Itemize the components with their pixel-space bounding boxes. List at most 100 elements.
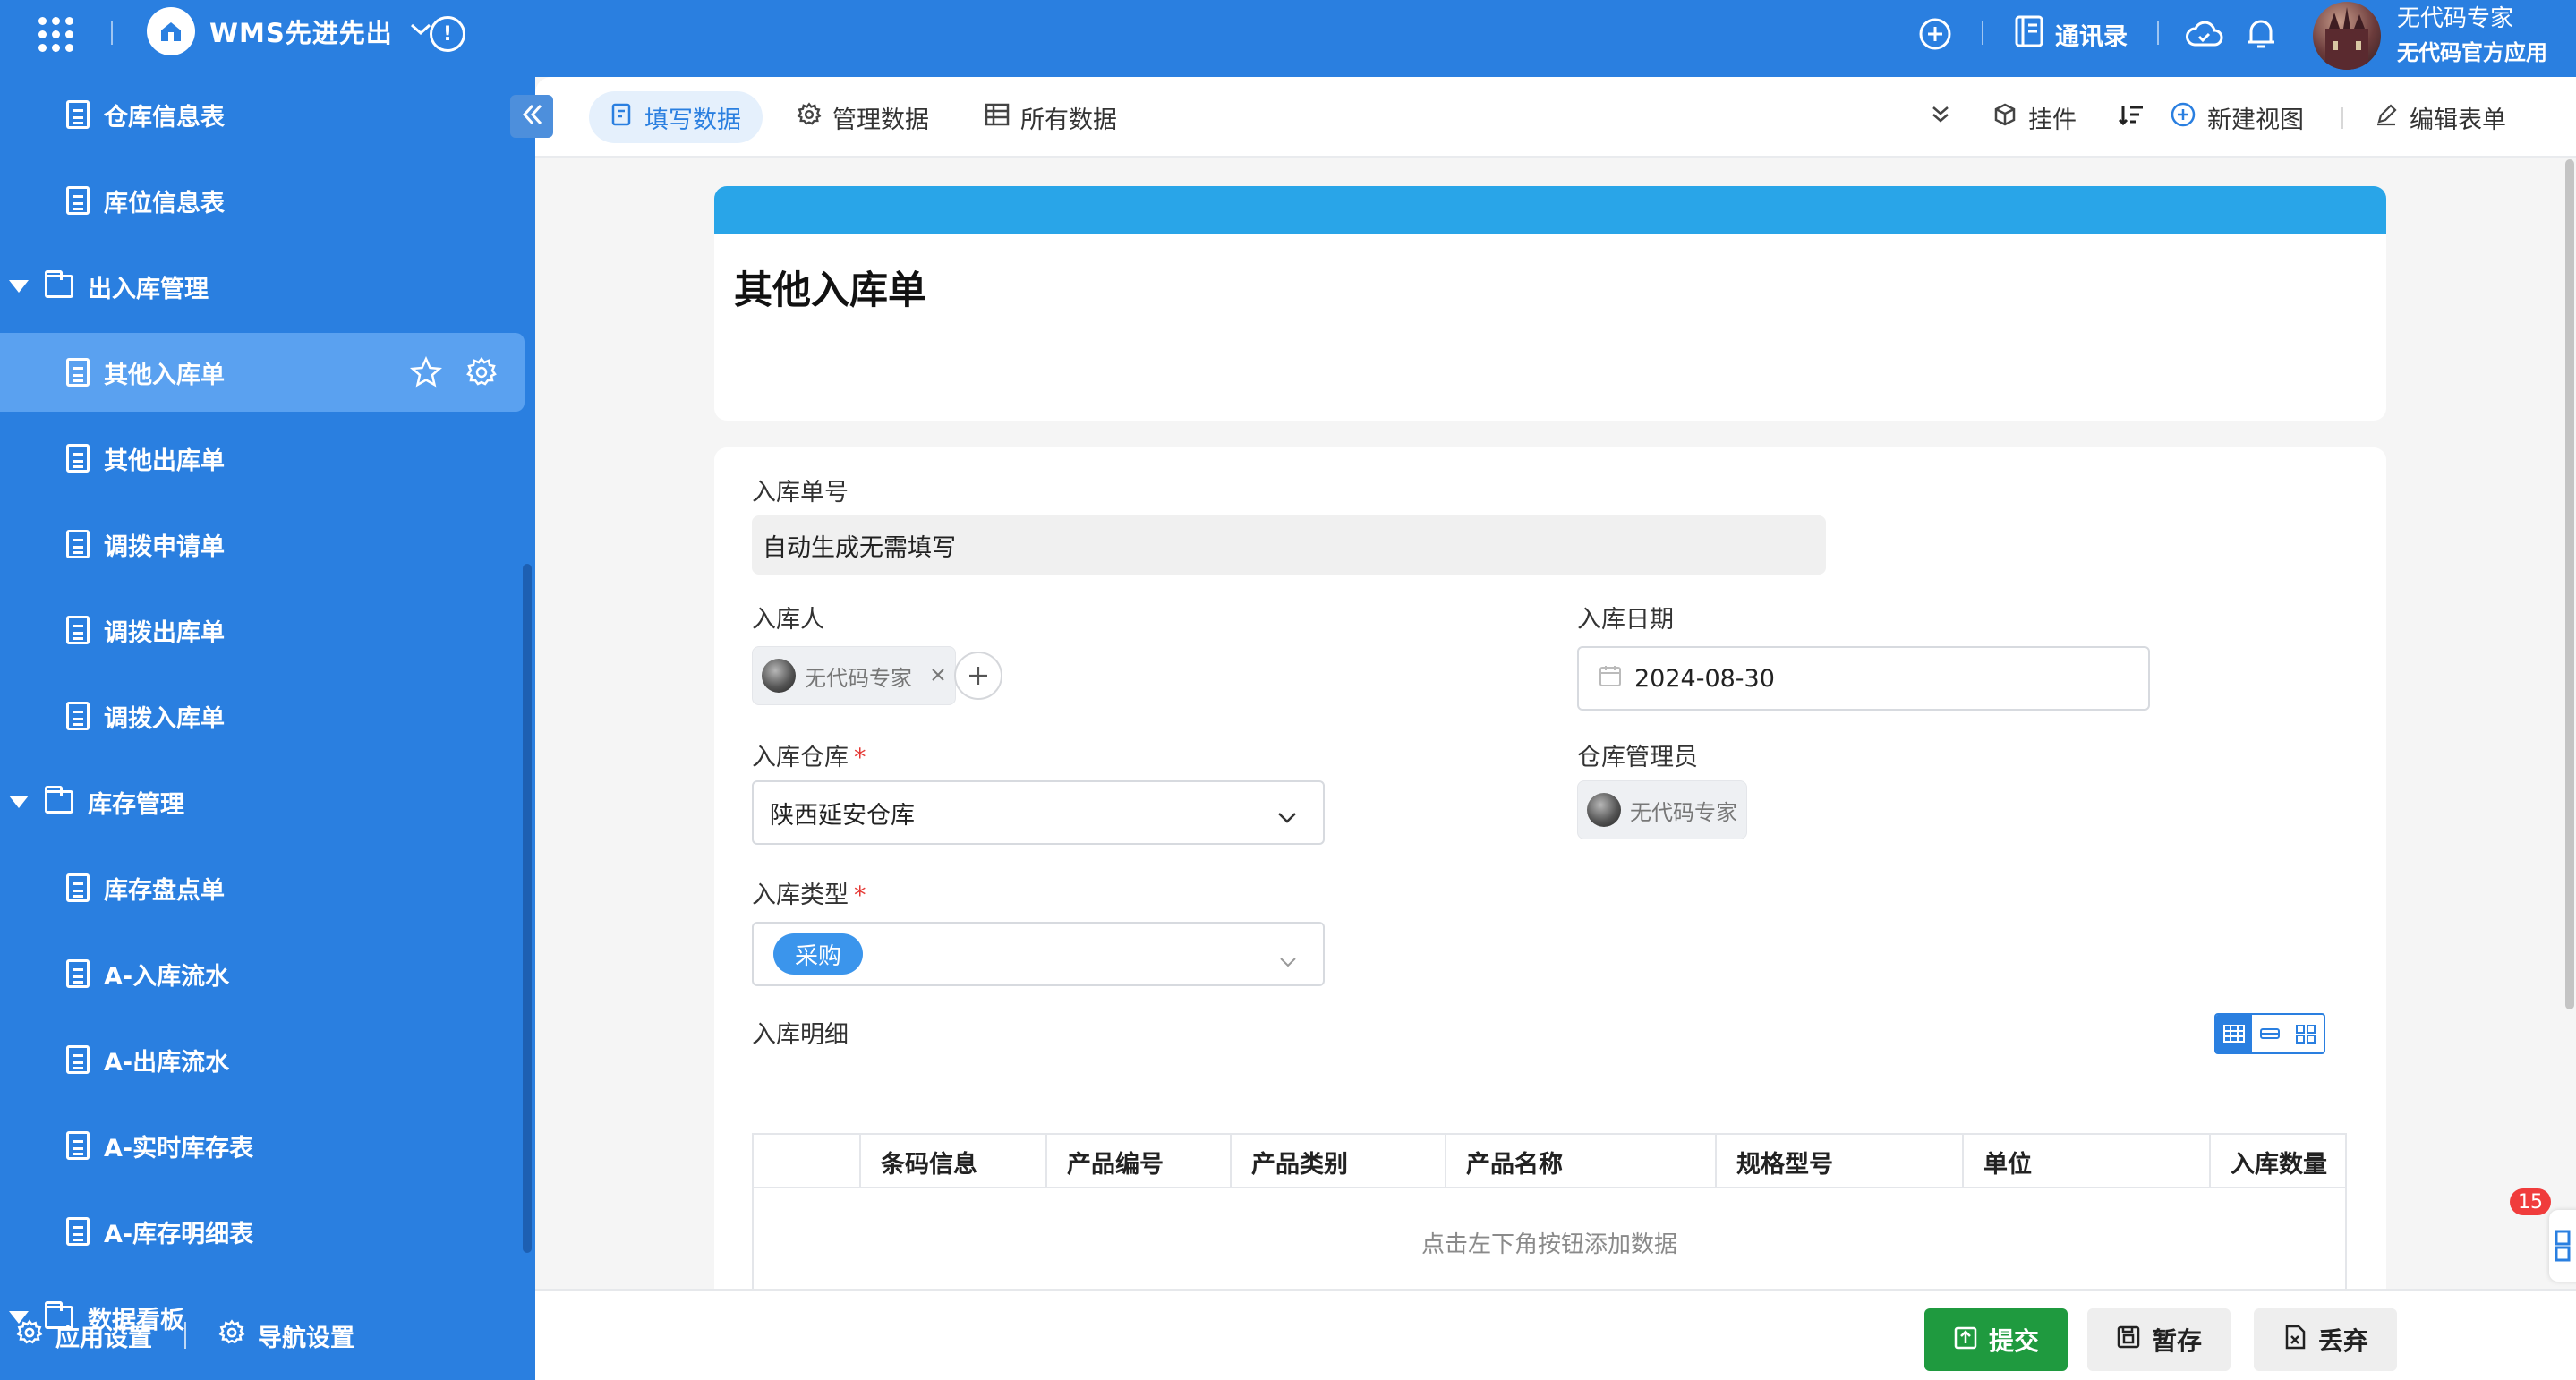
- sidebar-item[interactable]: 其他出库单: [0, 419, 525, 498]
- tab-all-data[interactable]: 所有数据: [985, 91, 1117, 143]
- new-view-label: 新建视图: [2207, 106, 2304, 134]
- receipt-type-select[interactable]: 采购: [752, 922, 1325, 986]
- user-org: 无代码官方应用: [2397, 40, 2547, 65]
- empty-table-message: 点击左下角按钮添加数据: [1420, 1231, 1677, 1258]
- warehouse-manager-chip: 无代码专家: [1577, 780, 1747, 839]
- app-name: WMS先进先出: [209, 18, 393, 48]
- submit-icon: [1953, 1324, 1978, 1357]
- gear-icon[interactable]: [465, 356, 498, 395]
- app-logo-icon: [147, 7, 195, 55]
- sidebar-group[interactable]: 库存管理: [0, 762, 525, 841]
- warehouse-select[interactable]: 陕西延安仓库: [752, 780, 1325, 845]
- chevron-down-icon: [1278, 947, 1298, 975]
- bell-icon[interactable]: [2241, 13, 2281, 54]
- header-color-band: [714, 186, 2386, 234]
- add-circle-icon[interactable]: [1915, 14, 1955, 54]
- sidebar-item[interactable]: 库存盘点单: [0, 848, 525, 927]
- new-view-button[interactable]: 新建视图: [2170, 91, 2304, 143]
- table-header: 条码信息 产品编号 产品类别 产品名称 规格型号 单位 入库数量: [754, 1135, 2345, 1188]
- form-document-icon: [66, 616, 90, 644]
- warehouse-manager-label: 仓库管理员: [1577, 744, 1698, 771]
- sidebar-item-label: 库存盘点单: [104, 876, 225, 905]
- collapse-toolbar-button[interactable]: [1928, 91, 1953, 143]
- divider: [184, 1322, 186, 1349]
- collapse-sidebar-button[interactable]: [510, 95, 553, 138]
- close-icon[interactable]: [930, 663, 946, 688]
- form-document-icon: [66, 100, 90, 129]
- app-settings-button[interactable]: 应用设置: [16, 1318, 152, 1353]
- plugin-button[interactable]: 挂件: [1992, 91, 2077, 143]
- caret-down-icon[interactable]: [9, 280, 29, 293]
- tab-manage-data[interactable]: 管理数据: [797, 91, 929, 143]
- sidebar-item-label: 出入库管理: [88, 275, 209, 303]
- sidebar-item[interactable]: 调拨入库单: [0, 677, 525, 755]
- contacts-button[interactable]: 通讯录: [2014, 13, 2128, 55]
- sidebar-group[interactable]: 出入库管理: [0, 247, 525, 326]
- sidebar-item[interactable]: A-出库流水: [0, 1020, 525, 1099]
- sidebar-item[interactable]: 其他入库单: [0, 333, 525, 412]
- sidebar-scrollbar[interactable]: [523, 564, 532, 1253]
- row-view-button[interactable]: [2252, 1015, 2288, 1052]
- table-icon: [985, 103, 1010, 132]
- content-scrollbar[interactable]: [2565, 159, 2574, 1009]
- app-switcher[interactable]: WMS先进先出: [147, 7, 432, 55]
- tab-fill-data[interactable]: 填写数据: [589, 91, 763, 143]
- sidebar-item[interactable]: A-库存明细表: [0, 1192, 525, 1271]
- form-document-icon: [66, 959, 90, 988]
- top-bar: WMS先进先出 ! 通讯录 无代码专家 无代码官方应用: [0, 0, 2576, 77]
- grid-icon: [2555, 1230, 2576, 1265]
- sidebar-item-label: 调拨入库单: [104, 704, 225, 733]
- nav-settings-button[interactable]: 导航设置: [218, 1318, 354, 1353]
- sidebar-item[interactable]: 仓库信息表: [0, 75, 525, 154]
- app-settings-label: 应用设置: [55, 1324, 152, 1352]
- receiver-name: 无代码专家: [805, 665, 912, 691]
- receipt-date-input[interactable]: 2024-08-30: [1577, 646, 2150, 711]
- receiver-user-chip[interactable]: 无代码专家: [752, 646, 956, 705]
- gear-icon: [218, 1318, 245, 1352]
- folder-icon: [45, 786, 73, 814]
- table-icon: [2223, 1025, 2245, 1043]
- edit-form-icon: [610, 102, 634, 133]
- form-title: 其他入库单: [734, 268, 926, 313]
- apps-grid-icon[interactable]: [34, 13, 77, 55]
- add-user-button[interactable]: [954, 652, 1002, 700]
- sidebar-item-label: A-库存明细表: [104, 1220, 254, 1248]
- nav-settings-label: 导航设置: [258, 1324, 354, 1352]
- sidebar-item[interactable]: 库位信息表: [0, 161, 525, 240]
- sidebar-item[interactable]: A-实时库存表: [0, 1106, 525, 1185]
- info-icon[interactable]: !: [430, 16, 465, 52]
- cloud-icon[interactable]: [2182, 16, 2225, 52]
- avatar: [762, 659, 796, 693]
- save-draft-button[interactable]: 暂存: [2087, 1308, 2231, 1371]
- contacts-label: 通讯录: [2055, 22, 2128, 51]
- folder-icon: [45, 270, 73, 298]
- receipt-type-tag: 采购: [773, 933, 864, 975]
- floating-tool-button[interactable]: [2549, 1210, 2576, 1282]
- table-view-button[interactable]: [2216, 1015, 2252, 1052]
- sidebar-item-label: 库位信息表: [104, 189, 225, 217]
- receipt-type-label-text: 入库类型: [752, 882, 849, 909]
- form-document-icon: [66, 702, 90, 730]
- form-action-bar: 提交 暂存 丢弃: [535, 1289, 2576, 1380]
- sidebar-item[interactable]: A-入库流水: [0, 934, 525, 1013]
- save-icon: [2116, 1325, 2141, 1356]
- user-menu[interactable]: 无代码专家 无代码官方应用: [2313, 0, 2547, 72]
- discard-button[interactable]: 丢弃: [2254, 1308, 2397, 1371]
- sidebar-item[interactable]: 调拨出库单: [0, 591, 525, 669]
- sidebar-item-label: 仓库信息表: [104, 103, 225, 132]
- edit-form-button[interactable]: 编辑表单: [2374, 91, 2506, 143]
- row-tools: [409, 355, 498, 395]
- card-view-button[interactable]: [2288, 1015, 2324, 1052]
- tab-label: 填写数据: [644, 106, 741, 134]
- sidebar-item-label: 调拨出库单: [104, 618, 225, 647]
- cube-icon: [1992, 102, 2017, 133]
- caret-down-icon[interactable]: [9, 796, 29, 808]
- star-icon[interactable]: [409, 355, 443, 395]
- table-view-switch: [2214, 1013, 2325, 1054]
- sidebar-item[interactable]: 调拨申请单: [0, 505, 525, 584]
- sort-button[interactable]: [2118, 91, 2145, 143]
- receipt-no-field: 自动生成无需填写: [752, 515, 1826, 575]
- table-header-cell: [754, 1135, 859, 1188]
- submit-button[interactable]: 提交: [1924, 1308, 2068, 1371]
- warehouse-manager-name: 无代码专家: [1630, 799, 1737, 825]
